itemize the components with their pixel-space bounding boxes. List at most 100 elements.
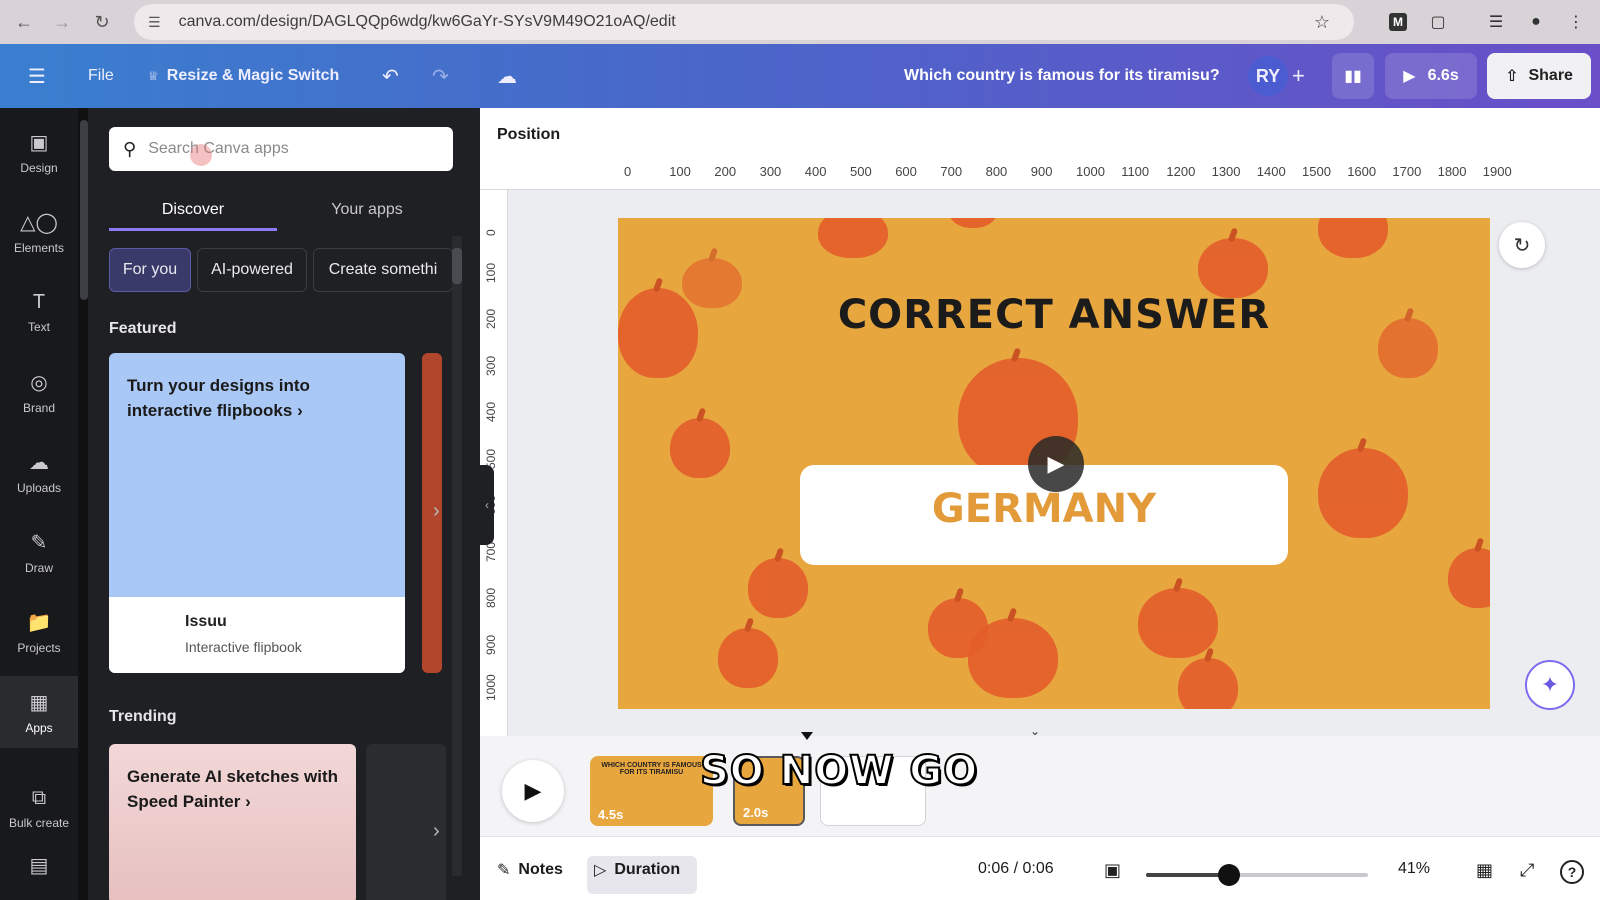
sidebar-item-bulk-create[interactable]: ⧉ Bulk create bbox=[0, 772, 78, 844]
apple-shape bbox=[1178, 658, 1238, 709]
bookmark-star-icon[interactable]: ☆ bbox=[1314, 12, 1330, 33]
trending-card-speed-painter[interactable]: Generate AI sketches with Speed Painter … bbox=[109, 744, 356, 900]
chevron-down-icon[interactable]: ⌄ bbox=[1030, 724, 1040, 738]
insights-button[interactable]: ▮▮ bbox=[1332, 53, 1374, 99]
back-icon[interactable]: ← bbox=[4, 0, 44, 44]
apple-shape bbox=[1318, 448, 1408, 538]
sidebar-item-text[interactable]: T Text bbox=[0, 276, 78, 348]
extension-m-icon[interactable]: M bbox=[1384, 8, 1412, 36]
magic-sparkle-icon[interactable]: ✦ bbox=[1525, 660, 1575, 710]
page-view-icon[interactable]: ▣ bbox=[1104, 860, 1121, 881]
zoom-slider-thumb[interactable] bbox=[1217, 864, 1240, 886]
extensions-puzzle-icon[interactable]: ▢ bbox=[1424, 8, 1452, 36]
panel-scrollbar-track[interactable] bbox=[452, 236, 462, 876]
sidebar-item-design[interactable]: ▣ Design bbox=[0, 116, 78, 188]
mouse-cursor-icon bbox=[190, 144, 212, 166]
chip-ai-powered[interactable]: AI-powered bbox=[197, 248, 307, 292]
design-title[interactable]: Which country is famous for its tiramisu… bbox=[904, 44, 1220, 108]
grid-view-icon[interactable]: ▦ bbox=[1476, 860, 1493, 881]
address-bar[interactable]: ☰ canva.com/design/DAGLQQp6wdg/kw6GaYr-S… bbox=[134, 4, 1354, 40]
chevron-right-icon: › bbox=[245, 792, 251, 811]
ruler-tick-label: 1200 bbox=[1166, 164, 1196, 179]
duration-icon: ▷ bbox=[594, 862, 607, 879]
site-settings-icon[interactable]: ☰ bbox=[148, 14, 161, 31]
search-input[interactable]: ⚲ Search Canva apps bbox=[109, 127, 453, 171]
collapse-panel-handle[interactable]: ‹ bbox=[480, 465, 494, 545]
apple-shape bbox=[1198, 238, 1268, 298]
projects-icon: 📁 bbox=[26, 611, 52, 634]
app-description: Interactive flipbook bbox=[185, 639, 302, 655]
chip-for-you[interactable]: For you bbox=[109, 248, 191, 292]
trending-next-icon[interactable]: › bbox=[433, 820, 440, 843]
page-thumbnail-1[interactable]: WHICH COUNTRY IS FAMOUS FOR ITS TIRAMISU… bbox=[590, 756, 713, 826]
help-icon[interactable]: ? bbox=[1560, 860, 1584, 884]
browser-menu-icon[interactable]: ⋮ bbox=[1562, 8, 1590, 36]
avatar[interactable]: RY bbox=[1248, 56, 1288, 96]
sidebar-item-label: Brand bbox=[22, 400, 56, 415]
sidebar-item-draw[interactable]: ✎ Draw bbox=[0, 516, 78, 588]
duration-toggle[interactable]: ▷ Duration bbox=[594, 860, 680, 880]
add-collaborator-icon[interactable]: + bbox=[1292, 44, 1305, 108]
sidebar-item-label: Uploads bbox=[16, 480, 62, 495]
timeline-play-button[interactable]: ▶ bbox=[502, 760, 564, 822]
ruler-tick-label: 1300 bbox=[1211, 164, 1241, 179]
profile-icon[interactable]: ● bbox=[1522, 8, 1550, 36]
media-control-icon[interactable]: ☰ bbox=[1482, 8, 1510, 36]
apple-shape bbox=[718, 628, 778, 688]
featured-card-issuu[interactable]: Turn your designs into interactive flipb… bbox=[109, 353, 405, 673]
sidebar-item-more[interactable]: ▤ bbox=[0, 840, 78, 896]
fullscreen-icon[interactable]: ⤢ bbox=[1520, 860, 1534, 881]
ruler-tick-label: 300 bbox=[759, 164, 782, 179]
apps-panel: ⚲ Search Canva apps Discover Your apps F… bbox=[88, 108, 480, 900]
position-button[interactable]: Position bbox=[497, 126, 560, 144]
slide-heading[interactable]: CORRECT ANSWER bbox=[618, 292, 1490, 338]
apple-shape bbox=[1138, 588, 1218, 658]
ruler-tick-label: 1900 bbox=[1482, 164, 1512, 179]
tab-discover[interactable]: Discover bbox=[109, 190, 277, 230]
redo-icon[interactable]: ↷ bbox=[432, 44, 449, 108]
share-button[interactable]: ⇧ Share bbox=[1487, 53, 1591, 99]
notes-button[interactable]: ✎ Notes bbox=[497, 860, 563, 880]
cloud-saved-icon[interactable]: ☁ bbox=[497, 44, 517, 108]
chip-create-something[interactable]: Create somethi bbox=[313, 248, 453, 292]
slide-canvas[interactable]: CORRECT ANSWER GERMANY ▶ bbox=[618, 218, 1490, 709]
file-menu[interactable]: File bbox=[88, 44, 114, 108]
sidebar-item-uploads[interactable]: ☁ Uploads bbox=[0, 436, 78, 508]
crown-icon: ♕ bbox=[148, 69, 159, 83]
play-icon: ▶ bbox=[1403, 68, 1416, 85]
refresh-comment-icon[interactable]: ↻ bbox=[1499, 222, 1545, 268]
resize-magic-switch-button[interactable]: ♕ Resize & Magic Switch bbox=[148, 44, 339, 108]
answer-text[interactable]: GERMANY bbox=[800, 486, 1288, 532]
trending-heading: Trending bbox=[109, 708, 177, 725]
carousel-next-icon[interactable]: › bbox=[433, 500, 440, 523]
uploads-icon: ☁ bbox=[29, 451, 49, 474]
ruler-tick-label: 1500 bbox=[1302, 164, 1331, 179]
undo-icon[interactable]: ↶ bbox=[382, 44, 399, 108]
zoom-level[interactable]: 41% bbox=[1398, 860, 1430, 878]
present-button[interactable]: ▶ 6.6s bbox=[1385, 53, 1477, 99]
ruler-tick-label: 0 bbox=[624, 164, 632, 179]
sidebar-item-projects[interactable]: 📁 Projects bbox=[0, 596, 78, 668]
apple-shape bbox=[748, 558, 808, 618]
sidebar-item-apps[interactable]: ▦ Apps bbox=[0, 676, 78, 748]
ruler-tick-label: 1800 bbox=[1437, 164, 1467, 179]
sidebar-item-label: Bulk create bbox=[8, 815, 70, 830]
featured-card-footer: Issuu Interactive flipbook bbox=[109, 597, 405, 673]
left-sidebar: ▣ Design △◯ Elements T Text ◎ Brand ☁ Up… bbox=[0, 108, 78, 900]
playhead-marker[interactable] bbox=[801, 732, 813, 740]
sidebar-item-label: Text bbox=[27, 319, 50, 334]
panel-scrollbar-thumb[interactable] bbox=[452, 248, 462, 284]
ruler-tick-label: 200 bbox=[714, 164, 737, 179]
forward-icon[interactable]: → bbox=[42, 0, 82, 44]
play-video-icon[interactable]: ▶ bbox=[1028, 436, 1084, 492]
present-duration: 6.6s bbox=[1427, 67, 1459, 84]
sidebar-item-label: Elements bbox=[13, 240, 65, 255]
sidebar-item-elements[interactable]: △◯ Elements bbox=[0, 196, 78, 268]
sidebar-item-brand[interactable]: ◎ Brand bbox=[0, 356, 78, 428]
menu-icon[interactable]: ☰ bbox=[28, 44, 46, 108]
ruler-tick-label: 600 bbox=[895, 164, 917, 179]
tab-your-apps[interactable]: Your apps bbox=[283, 190, 451, 230]
sidebar-scrollbar[interactable] bbox=[80, 120, 88, 300]
notes-icon: ✎ bbox=[497, 862, 511, 879]
reload-icon[interactable]: ↻ bbox=[82, 0, 122, 44]
